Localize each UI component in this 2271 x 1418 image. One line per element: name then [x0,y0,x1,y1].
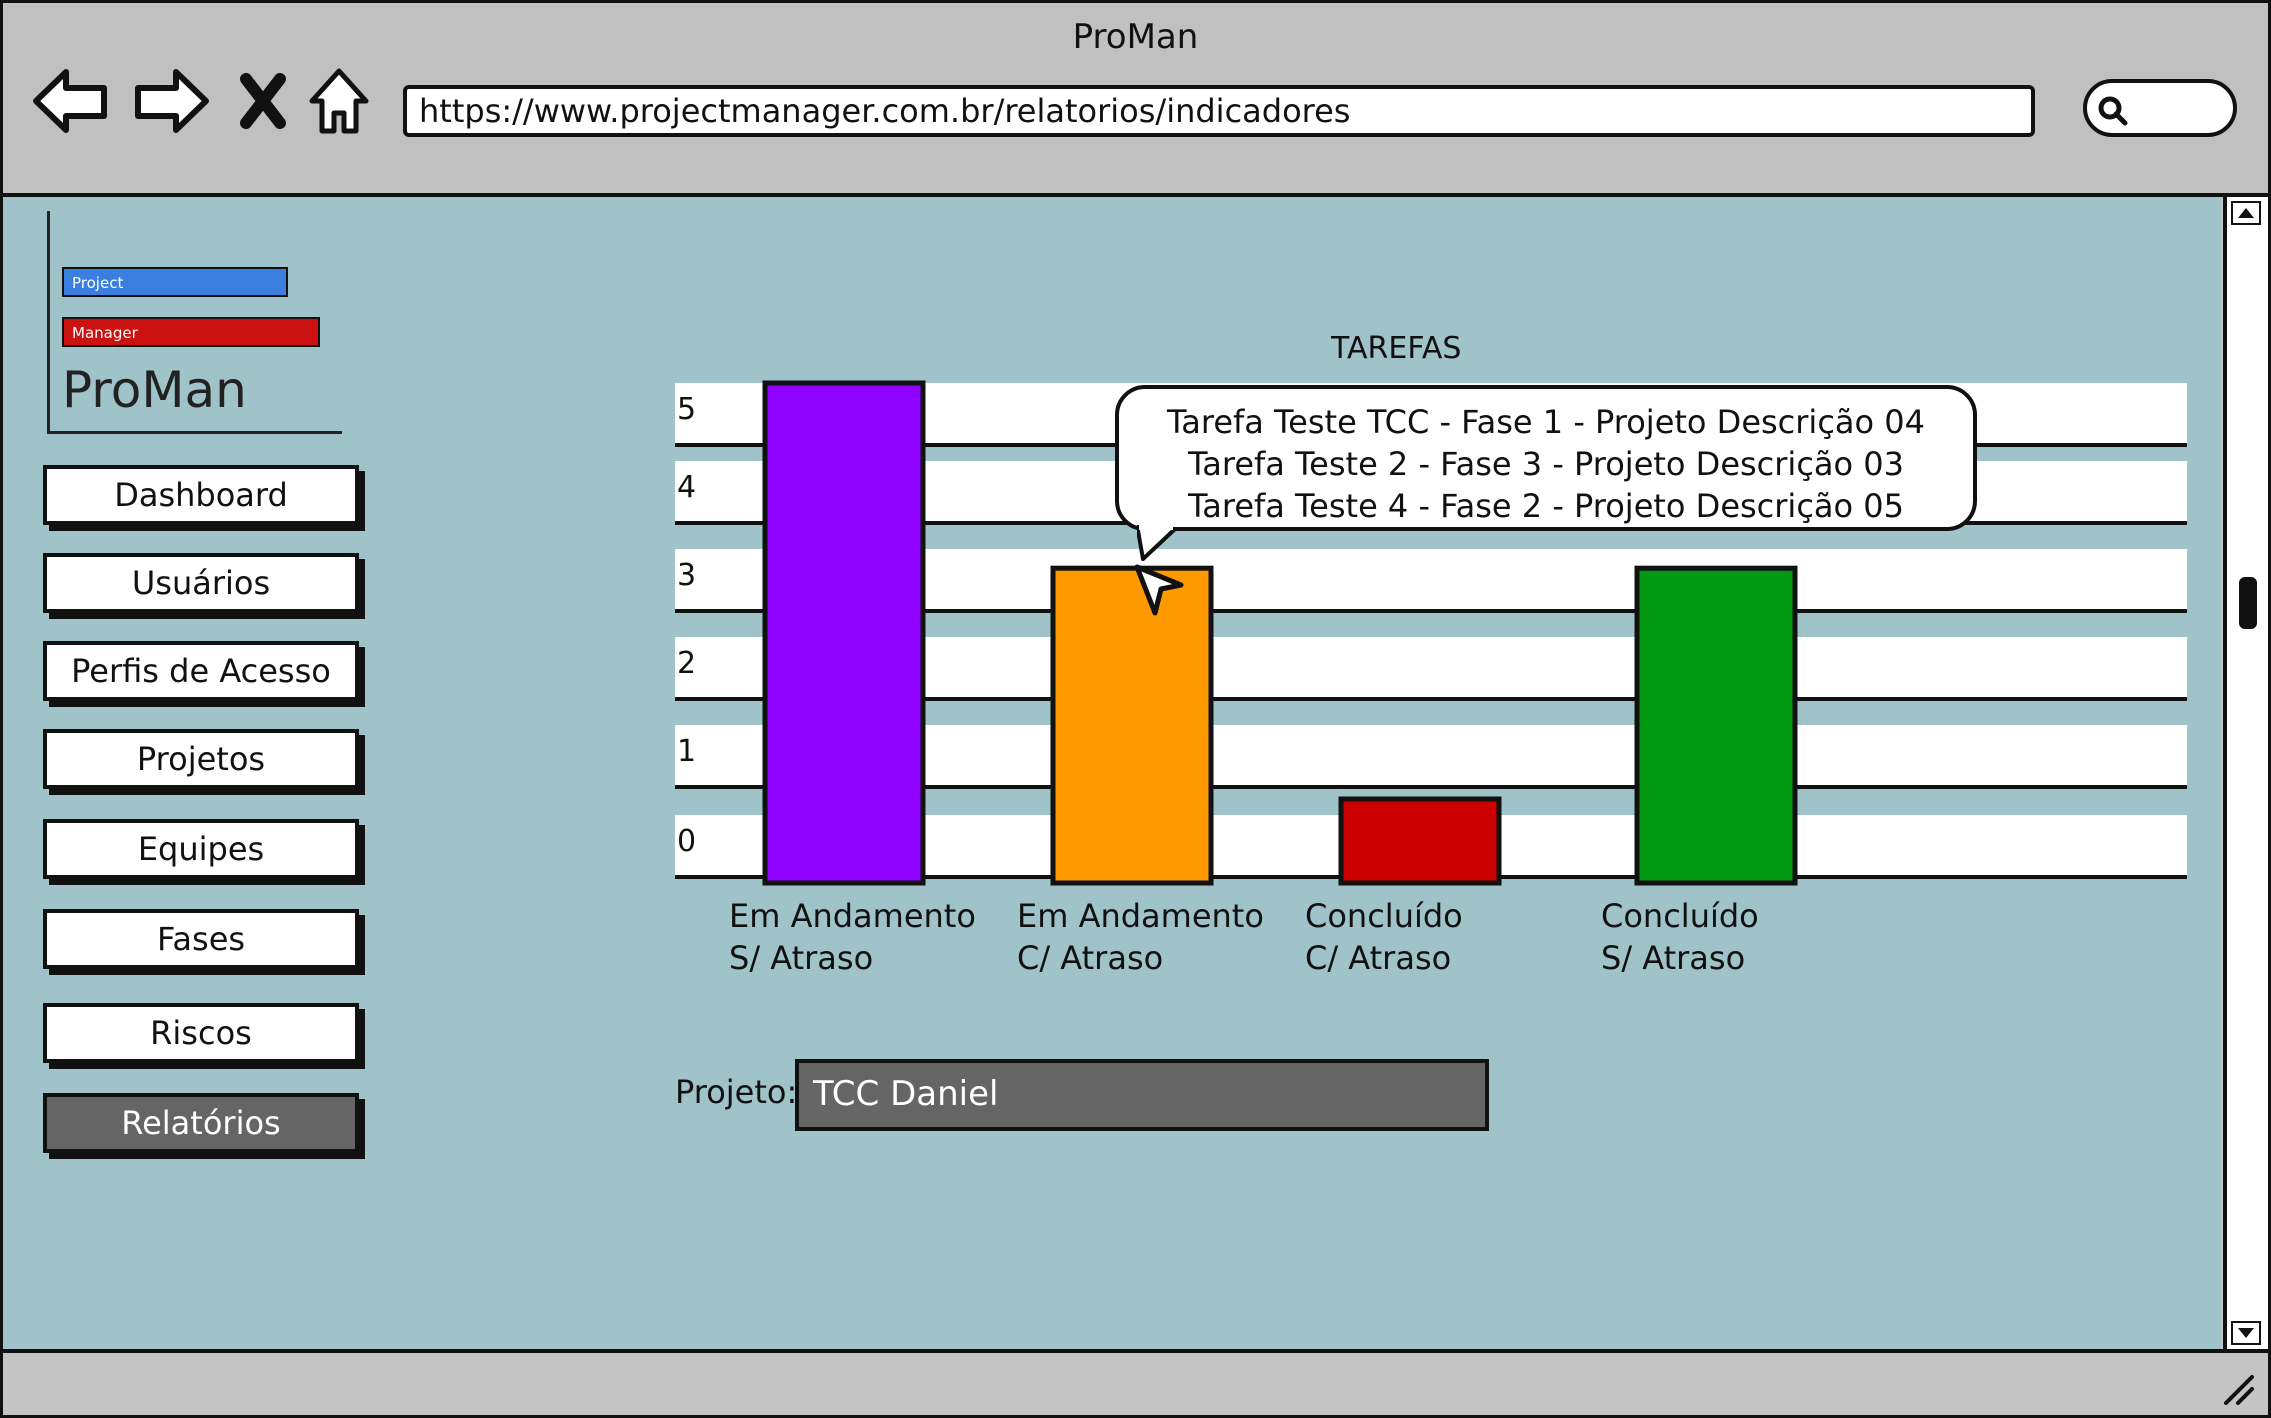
project-select[interactable]: TCC Daniel [795,1059,1489,1131]
sidebar-item-riscos[interactable]: Riscos [43,1003,359,1063]
tooltip-tail [1137,525,1177,561]
tooltip-line: Tarefa Teste 2 - Fase 3 - Projeto Descri… [1188,445,1904,483]
project-filter-label: Projeto: [675,1073,798,1111]
chart-bar [1634,565,1798,886]
y-tick-label: 4 [677,470,696,505]
y-tick-label: 2 [677,646,696,681]
x-category-label: Concluído [1305,897,1463,935]
x-category-label: Em Andamento [729,897,976,935]
resize-grip-icon[interactable] [2220,1371,2256,1407]
tooltip-line: Tarefa Teste 4 - Fase 2 - Projeto Descri… [1188,487,1904,525]
x-category-label: Concluído [1601,897,1759,935]
scroll-down-icon[interactable] [2231,1321,2261,1345]
x-category-label: C/ Atraso [1305,939,1451,977]
x-category-label: S/ Atraso [1601,939,1745,977]
y-tick-label: 0 [677,824,696,859]
x-category-label: Em Andamento [1017,897,1264,935]
status-bar [3,1349,2268,1415]
x-category-label: C/ Atraso [1017,939,1163,977]
sidebar-item-relatorios[interactable]: Relatórios [43,1093,359,1153]
y-tick-label: 1 [677,734,696,769]
vertical-scrollbar[interactable] [2223,197,2268,1349]
chart-bar [762,380,926,886]
chart-bar [1338,796,1502,886]
scrollbar-thumb[interactable] [2239,577,2257,629]
y-tick-label: 5 [677,392,696,427]
x-category-label: S/ Atraso [729,939,873,977]
mouse-cursor-icon [1134,564,1184,616]
browser-window: ProMan https://www.projectmanager.com.br… [0,0,2271,1418]
bar-tooltip: Tarefa Teste TCC - Fase 1 - Projeto Desc… [1115,385,1977,531]
y-tick-label: 3 [677,558,696,593]
tooltip-line: Tarefa Teste TCC - Fase 1 - Projeto Desc… [1167,403,1925,441]
scroll-up-icon[interactable] [2231,201,2261,225]
